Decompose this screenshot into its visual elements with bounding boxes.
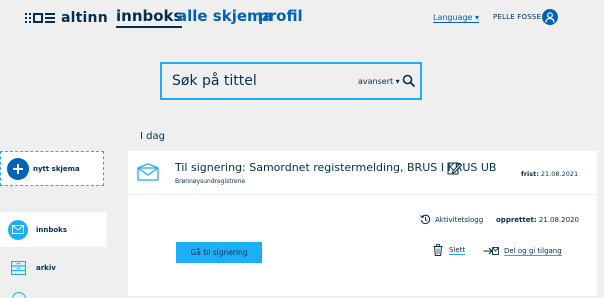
created-label: opprettet: bbox=[496, 216, 537, 224]
activity-log-link[interactable]: Aktivitetslogg bbox=[420, 214, 483, 225]
user-avatar-icon[interactable] bbox=[542, 9, 558, 25]
search-input[interactable]: Søk på tittel bbox=[172, 73, 257, 89]
sidebar-item-label: arkiv bbox=[36, 263, 56, 272]
caret-down-icon: ▾ bbox=[395, 77, 400, 86]
altinn-logo-mark bbox=[25, 12, 57, 24]
advanced-search-toggle[interactable]: avansert ▾ bbox=[358, 77, 400, 86]
delete-action[interactable]: Slett bbox=[433, 244, 466, 256]
created-value: 21.08.2020 bbox=[538, 216, 579, 224]
history-icon bbox=[420, 214, 431, 225]
share-arrow-icon bbox=[483, 247, 499, 255]
day-heading: I dag bbox=[140, 131, 165, 142]
envelope-icon bbox=[137, 163, 159, 181]
advanced-search-label: avansert bbox=[358, 77, 394, 86]
inbox-item-sender: Brønnøysundregistrene bbox=[175, 178, 246, 185]
edit-signature-icon bbox=[447, 162, 462, 175]
sidebar-item-innboks[interactable]: innboks bbox=[0, 212, 107, 247]
language-label: Language bbox=[433, 13, 473, 22]
search-icon[interactable] bbox=[402, 74, 416, 88]
activity-log-label: Aktivitetslogg bbox=[435, 215, 484, 224]
go-to-signing-button[interactable]: Gå til signering bbox=[176, 242, 262, 263]
sidebar-item-label: innboks bbox=[36, 225, 68, 234]
sidebar-item-arkiv[interactable]: arkiv bbox=[0, 250, 107, 285]
inbox-item-deadline: frist: 21.08.2021 bbox=[521, 170, 578, 178]
search-box[interactable]: Søk på tittel avansert ▾ bbox=[160, 62, 422, 100]
share-label: Del og gi tilgang bbox=[504, 246, 562, 256]
deadline-label: frist: bbox=[521, 170, 539, 178]
new-form-label: nytt skjema bbox=[33, 164, 80, 173]
user-name[interactable]: PELLE FOSSE bbox=[493, 13, 541, 21]
archive-icon bbox=[8, 258, 28, 278]
deadline-value: 21.08.2021 bbox=[540, 170, 579, 178]
inbox-item-created: opprettet: 21.08.2020 bbox=[496, 216, 579, 224]
inbox-item-header[interactable]: Til signering: Samordnet registermelding… bbox=[128, 151, 597, 195]
language-selector[interactable]: Language ▾ bbox=[433, 13, 480, 23]
envelope-icon bbox=[8, 219, 28, 240]
new-form-button[interactable]: nytt skjema bbox=[0, 151, 104, 186]
altinn-logo-text: altinn bbox=[61, 10, 108, 26]
altinn-logo[interactable]: altinn bbox=[25, 10, 108, 26]
delete-label: Slett bbox=[449, 245, 466, 255]
nav-profil[interactable]: profil bbox=[258, 7, 303, 25]
share-action[interactable]: Del og gi tilgang bbox=[483, 246, 562, 256]
nav-innboks[interactable]: innboks bbox=[116, 7, 183, 28]
inbox-item-card[interactable]: Til signering: Samordnet registermelding… bbox=[128, 151, 597, 296]
plus-icon bbox=[7, 157, 29, 180]
trash-icon bbox=[433, 244, 443, 256]
sidebar-item-partial-icon bbox=[12, 292, 26, 298]
caret-down-icon: ▾ bbox=[475, 13, 480, 22]
top-header: altinn innboks alle skjema profil Langua… bbox=[0, 0, 604, 38]
